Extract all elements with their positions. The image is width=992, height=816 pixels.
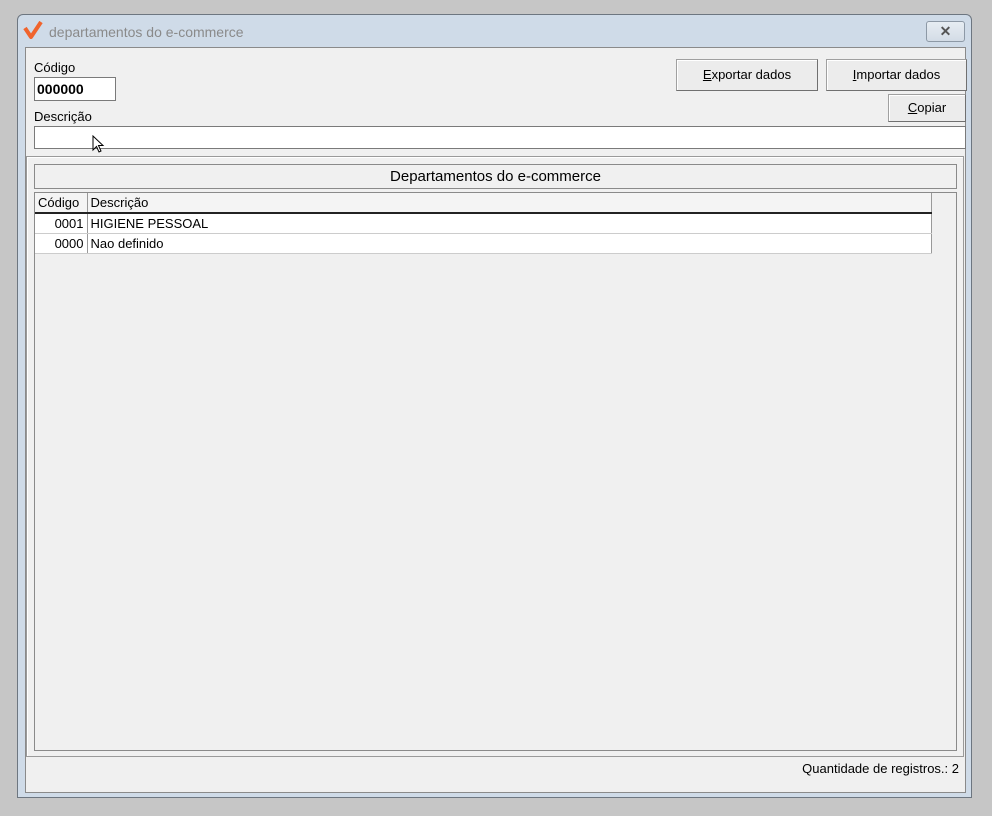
button-label: xportar dados [711, 67, 792, 82]
copiar-button[interactable]: Copiar [888, 94, 966, 122]
app-logo-icon [23, 21, 43, 39]
cell-descricao: Nao definido [87, 233, 932, 254]
client-area: Código 000000 Descrição Exportar dados I… [25, 47, 967, 793]
table-row[interactable]: 0000 Nao definido [35, 233, 932, 254]
descricao-input[interactable] [34, 126, 966, 149]
importar-dados-button[interactable]: Importar dados [826, 59, 967, 91]
close-button[interactable]: ✕ [926, 21, 965, 42]
mouse-cursor-icon [92, 135, 105, 153]
cell-codigo: 0001 [35, 213, 88, 234]
accel-key: E [702, 67, 712, 82]
title-bar[interactable]: departamentos do e-commerce ✕ [18, 15, 971, 47]
column-header-descricao[interactable]: Descrição [87, 193, 932, 214]
close-icon: ✕ [939, 23, 952, 39]
codigo-input[interactable]: 000000 [34, 77, 116, 101]
window-title: departamentos do e-commerce [49, 24, 244, 40]
record-count: Quantidade de registros.: 2 [802, 761, 959, 776]
cell-descricao: HIGIENE PESSOAL [87, 213, 932, 234]
column-header-codigo[interactable]: Código [35, 193, 88, 214]
table-row[interactable]: 0001 HIGIENE PESSOAL [35, 213, 932, 234]
grid-title: Departamentos do e-commerce [34, 164, 957, 189]
button-label: mportar dados [856, 67, 941, 82]
descricao-label: Descrição [34, 109, 92, 124]
cell-codigo: 0000 [35, 233, 88, 254]
exportar-dados-button[interactable]: Exportar dados [676, 59, 818, 91]
accel-key: C [907, 100, 918, 115]
window: departamentos do e-commerce ✕ Código 000… [17, 14, 972, 798]
departments-grid[interactable]: Código Descrição 0001 HIGIENE PESSOAL 00… [34, 192, 957, 751]
codigo-label: Código [34, 60, 76, 75]
grid-panel: Departamentos do e-commerce Código Descr… [26, 156, 964, 757]
button-label: opiar [917, 100, 947, 115]
